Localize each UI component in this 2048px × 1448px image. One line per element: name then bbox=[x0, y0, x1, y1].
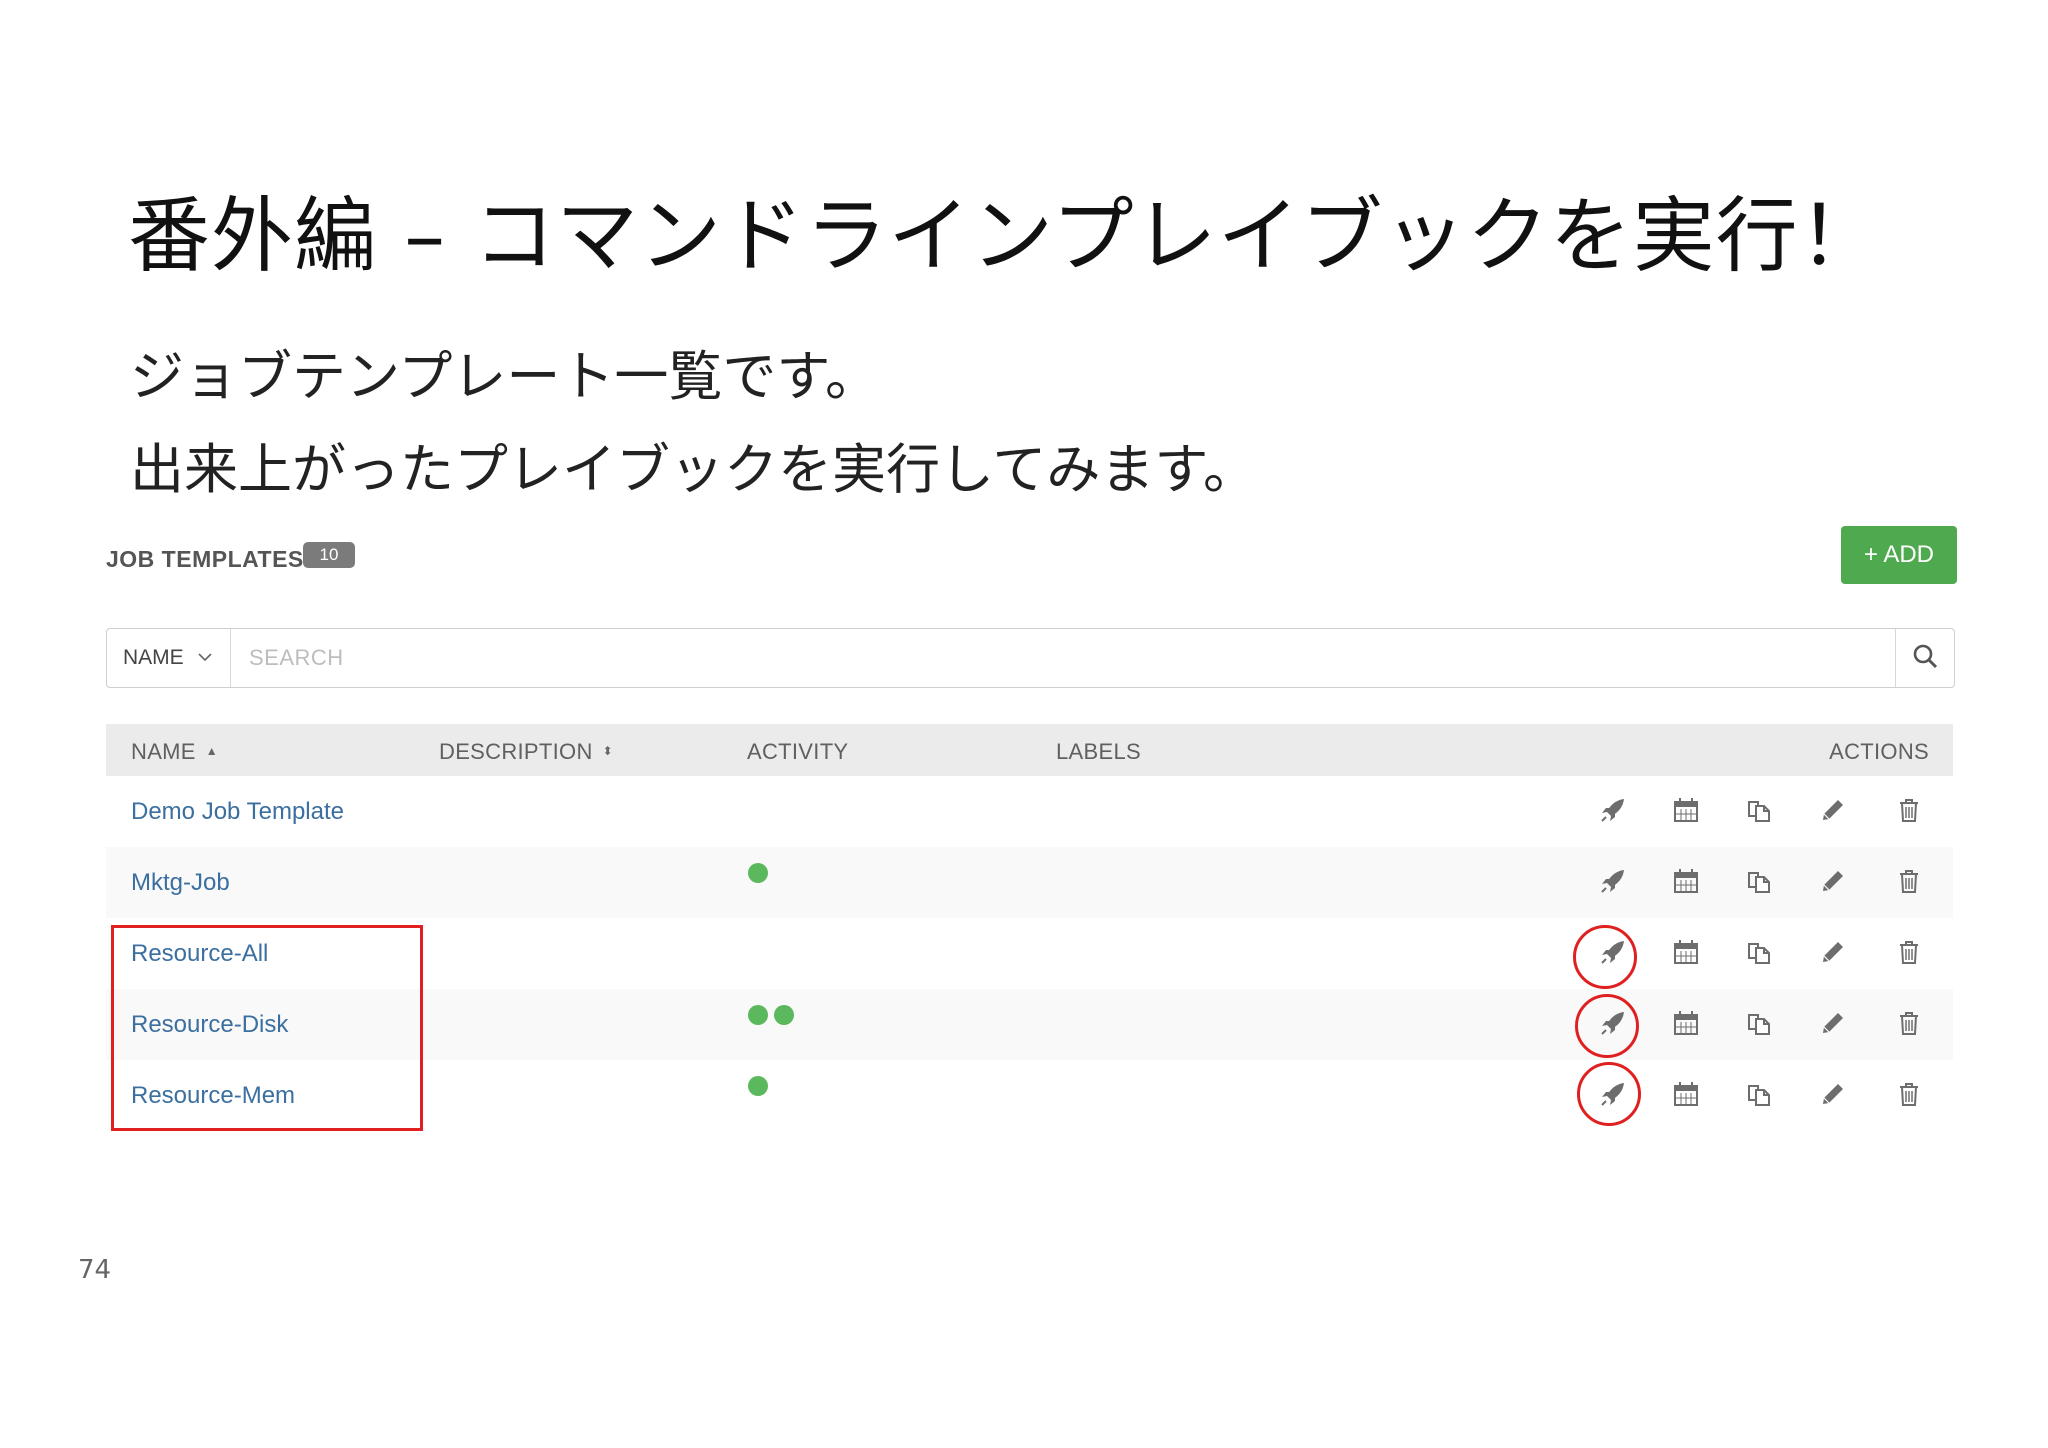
copy-button[interactable] bbox=[1737, 790, 1781, 834]
column-header-activity: ACTIVITY bbox=[747, 739, 849, 764]
copy-icon bbox=[1746, 797, 1772, 828]
launch-button[interactable] bbox=[1591, 1003, 1635, 1047]
edit-pencil-icon bbox=[1821, 869, 1845, 898]
job-templates-table: NAME ▲ DESCRIPTION ⬍ ACTIVITY LABELS ACTIO… bbox=[106, 724, 1953, 1131]
delete-button[interactable] bbox=[1887, 861, 1931, 905]
column-header-description[interactable]: DESCRIPTION ⬍ bbox=[439, 739, 613, 765]
edit-pencil-icon bbox=[1821, 1011, 1845, 1040]
copy-icon bbox=[1746, 939, 1772, 970]
copy-icon bbox=[1746, 1081, 1772, 1112]
slide-title: 番外編 – コマンドラインプレイブックを実行！ bbox=[128, 189, 1882, 284]
job-status-dot[interactable] bbox=[774, 1005, 794, 1025]
search-button[interactable] bbox=[1895, 629, 1954, 687]
job-template-link[interactable]: Resource-Disk bbox=[131, 1011, 288, 1039]
slide-subtitle-line-2: 出来上がったプレイブックを実行してみます。 bbox=[130, 438, 1257, 501]
schedule-calendar-icon bbox=[1673, 1010, 1699, 1041]
slide-subtitle-line-1: ジョブテンプレート一覧です。 bbox=[130, 345, 879, 408]
copy-button[interactable] bbox=[1737, 861, 1781, 905]
panel-header: JOB TEMPLATES 10 + ADD bbox=[106, 522, 1957, 584]
launch-rocket-icon bbox=[1599, 938, 1627, 971]
table-row: Demo Job Template bbox=[106, 776, 1953, 847]
launch-rocket-icon bbox=[1599, 796, 1627, 829]
launch-rocket-icon bbox=[1599, 867, 1627, 900]
search-bar: NAME bbox=[106, 628, 1955, 688]
schedule-button[interactable] bbox=[1664, 1074, 1708, 1118]
count-badge: 10 bbox=[303, 542, 355, 568]
job-status-dot[interactable] bbox=[748, 863, 768, 883]
job-template-link[interactable]: Resource-Mem bbox=[131, 1082, 295, 1110]
search-key-dropdown[interactable]: NAME bbox=[107, 629, 231, 687]
job-status-dot[interactable] bbox=[748, 1005, 768, 1025]
edit-button[interactable] bbox=[1811, 1003, 1855, 1047]
schedule-calendar-icon bbox=[1673, 939, 1699, 970]
job-template-link[interactable]: Resource-All bbox=[131, 940, 268, 968]
copy-icon bbox=[1746, 1010, 1772, 1041]
launch-button[interactable] bbox=[1591, 790, 1635, 834]
table-row: Resource-Mem bbox=[106, 1060, 1953, 1131]
table-body: Demo Job Template Mktg-Job Resource-All Res… bbox=[106, 776, 1953, 1131]
schedule-button[interactable] bbox=[1664, 790, 1708, 834]
delete-button[interactable] bbox=[1887, 790, 1931, 834]
edit-button[interactable] bbox=[1811, 932, 1855, 976]
page-number: 74 bbox=[78, 1255, 112, 1285]
delete-trash-icon bbox=[1898, 869, 1920, 898]
column-header-name[interactable]: NAME ▲ bbox=[131, 739, 218, 765]
edit-button[interactable] bbox=[1811, 1074, 1855, 1118]
search-key-label: NAME bbox=[123, 646, 184, 669]
sort-icon: ⬍ bbox=[602, 744, 614, 758]
delete-button[interactable] bbox=[1887, 1074, 1931, 1118]
delete-trash-icon bbox=[1898, 1011, 1920, 1040]
launch-button[interactable] bbox=[1591, 861, 1635, 905]
edit-pencil-icon bbox=[1821, 940, 1845, 969]
copy-button[interactable] bbox=[1737, 1074, 1781, 1118]
delete-trash-icon bbox=[1898, 798, 1920, 827]
edit-pencil-icon bbox=[1821, 798, 1845, 827]
panel-title: JOB TEMPLATES bbox=[106, 546, 304, 572]
sort-ascending-icon: ▲ bbox=[205, 744, 218, 758]
delete-button[interactable] bbox=[1887, 932, 1931, 976]
delete-trash-icon bbox=[1898, 1082, 1920, 1111]
launch-rocket-icon bbox=[1599, 1009, 1627, 1042]
edit-button[interactable] bbox=[1811, 790, 1855, 834]
schedule-calendar-icon bbox=[1673, 1081, 1699, 1112]
table-row: Resource-Disk bbox=[106, 989, 1953, 1060]
search-input[interactable] bbox=[231, 629, 1895, 687]
delete-trash-icon bbox=[1898, 940, 1920, 969]
activity-indicator bbox=[748, 1076, 768, 1096]
delete-button[interactable] bbox=[1887, 1003, 1931, 1047]
schedule-calendar-icon bbox=[1673, 868, 1699, 899]
activity-indicator bbox=[748, 863, 768, 883]
table-row: Mktg-Job bbox=[106, 847, 1953, 918]
copy-button[interactable] bbox=[1737, 1003, 1781, 1047]
schedule-button[interactable] bbox=[1664, 1003, 1708, 1047]
job-status-dot[interactable] bbox=[748, 1076, 768, 1096]
edit-pencil-icon bbox=[1821, 1082, 1845, 1111]
schedule-button[interactable] bbox=[1664, 932, 1708, 976]
launch-button[interactable] bbox=[1591, 932, 1635, 976]
search-icon bbox=[1912, 643, 1938, 673]
column-header-labels: LABELS bbox=[1056, 739, 1141, 764]
job-template-link[interactable]: Mktg-Job bbox=[131, 869, 230, 897]
table-row: Resource-All bbox=[106, 918, 1953, 989]
schedule-button[interactable] bbox=[1664, 861, 1708, 905]
copy-icon bbox=[1746, 868, 1772, 899]
column-header-actions: ACTIONS bbox=[1829, 739, 1929, 764]
job-templates-panel: JOB TEMPLATES 10 + ADD NAME NAME▲ DESCRI… bbox=[106, 522, 1957, 1109]
launch-button[interactable] bbox=[1591, 1074, 1635, 1118]
add-button[interactable]: + ADD bbox=[1841, 526, 1957, 584]
table-header: NAME ▲ DESCRIPTION ⬍ ACTIVITY LABELS ACTIO… bbox=[106, 724, 1953, 776]
launch-rocket-icon bbox=[1599, 1080, 1627, 1113]
copy-button[interactable] bbox=[1737, 932, 1781, 976]
job-template-link[interactable]: Demo Job Template bbox=[131, 798, 344, 826]
edit-button[interactable] bbox=[1811, 861, 1855, 905]
schedule-calendar-icon bbox=[1673, 797, 1699, 828]
activity-indicator bbox=[748, 1005, 794, 1025]
chevron-down-icon bbox=[198, 649, 212, 667]
